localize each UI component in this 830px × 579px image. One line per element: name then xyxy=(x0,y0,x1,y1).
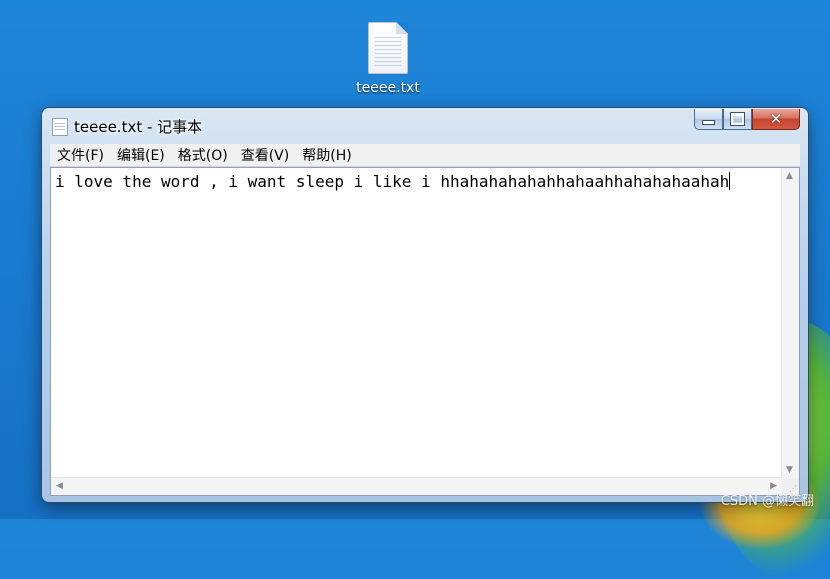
editor-area[interactable]: i love the word , i want sleep i like i … xyxy=(50,167,800,496)
desktop-file-label: teeee.txt xyxy=(356,80,420,96)
maximize-icon xyxy=(730,112,745,126)
notepad-icon[interactable] xyxy=(52,118,68,136)
text-file-icon xyxy=(368,22,408,74)
notepad-window: teeee.txt - 记事本 ✕ 文件(F) 编辑(E) 格式(O) 查看(V… xyxy=(42,108,808,502)
menu-file[interactable]: 文件(F) xyxy=(56,145,105,165)
text-content-area[interactable]: i love the word , i want sleep i like i … xyxy=(51,168,782,478)
text-content: i love the word , i want sleep i like i … xyxy=(55,172,730,191)
window-title: teeee.txt - 记事本 xyxy=(74,118,203,136)
close-button[interactable]: ✕ xyxy=(752,109,800,130)
scroll-up-icon[interactable]: ▲ xyxy=(786,171,793,181)
maximize-button[interactable] xyxy=(723,109,752,130)
caption-buttons: ✕ xyxy=(694,109,800,131)
minimize-button[interactable] xyxy=(694,109,723,130)
menu-edit[interactable]: 编辑(E) xyxy=(116,145,166,165)
minimize-icon xyxy=(702,120,715,125)
scroll-down-icon[interactable]: ▼ xyxy=(786,465,793,475)
close-icon: ✕ xyxy=(769,109,783,128)
text-caret xyxy=(729,172,731,190)
desktop-file-icon[interactable]: teeee.txt xyxy=(350,22,426,96)
menu-bar: 文件(F) 编辑(E) 格式(O) 查看(V) 帮助(H) xyxy=(50,144,800,167)
scroll-left-icon[interactable]: ◀ xyxy=(56,481,63,491)
menu-help[interactable]: 帮助(H) xyxy=(301,145,352,165)
title-bar[interactable]: teeee.txt - 记事本 ✕ xyxy=(42,108,808,142)
horizontal-scrollbar[interactable]: ◀ ▶ xyxy=(51,477,782,495)
menu-format[interactable]: 格式(O) xyxy=(177,145,229,165)
vertical-scrollbar[interactable]: ▲ ▼ xyxy=(781,168,799,478)
menu-view[interactable]: 查看(V) xyxy=(240,145,291,165)
watermark: CSDN @懒笑翻 xyxy=(720,494,814,509)
